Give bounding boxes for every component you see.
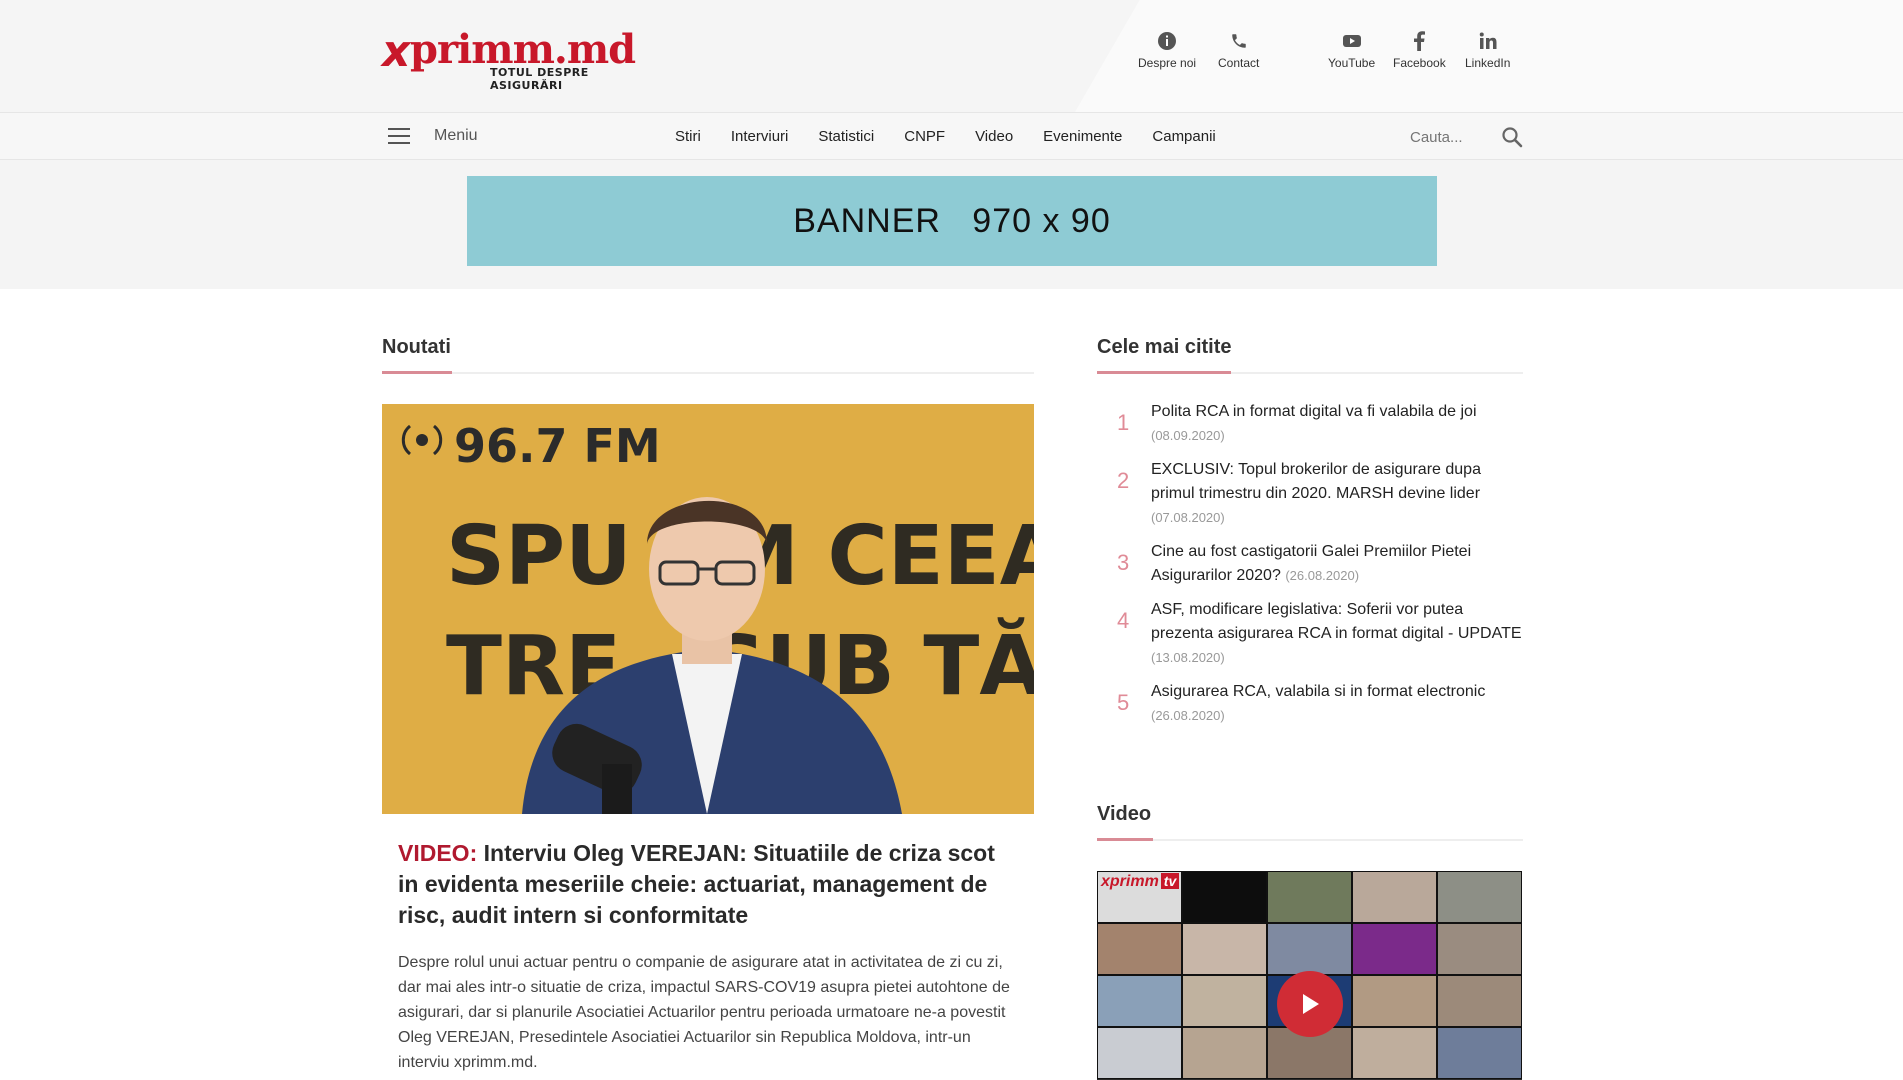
- rank-number: 4: [1117, 608, 1130, 633]
- rank-number: 3: [1117, 550, 1130, 575]
- top-bar: x primm.md TOTUL DESPRE ASIGURĂRI Despre…: [0, 0, 1903, 112]
- menu-button[interactable]: Meniu: [388, 127, 478, 145]
- news-section-divider: [382, 372, 1034, 374]
- contact-link[interactable]: Contact: [1218, 30, 1259, 70]
- news-section-title: Noutati: [382, 336, 451, 358]
- search-input[interactable]: [1410, 128, 1490, 146]
- youtube-link[interactable]: YouTube: [1328, 30, 1375, 70]
- about-link-label: Despre noi: [1138, 56, 1197, 70]
- popular-item-date: (07.08.2020): [1151, 510, 1225, 525]
- popular-list: 1 Polita RCA in format digital va fi val…: [1097, 400, 1523, 738]
- rank-number: 2: [1117, 468, 1130, 493]
- nav-item-evenimente[interactable]: Evenimente: [1043, 128, 1122, 145]
- nav-item-stiri[interactable]: Stiri: [675, 128, 701, 145]
- play-button[interactable]: [1277, 971, 1343, 1037]
- list-item[interactable]: 5 Asigurarea RCA, valabila si in format …: [1097, 680, 1523, 728]
- youtube-link-label: YouTube: [1328, 56, 1376, 70]
- hero-image[interactable]: 96.7 FM SPU M CEEA TRE SUB TĂC: [382, 404, 1034, 814]
- list-item[interactable]: 4 ASF, modificare legislativa: Soferii v…: [1097, 598, 1523, 670]
- popular-item-title: Cine au fost castigatorii Galei Premiilo…: [1151, 540, 1523, 588]
- search-icon[interactable]: [1500, 125, 1524, 149]
- video-section-accent: [1097, 838, 1153, 841]
- main-navbar: Meniu Stiri Interviuri Statistici CNPF V…: [0, 112, 1903, 160]
- popular-section-accent: [1097, 371, 1231, 374]
- facebook-icon: [1408, 30, 1430, 52]
- video-section-title: Video: [1097, 803, 1152, 825]
- news-section-accent: [382, 371, 452, 374]
- list-item[interactable]: 1 Polita RCA in format digital va fi val…: [1097, 400, 1523, 448]
- banner-zone: BANNER 970 x 90: [0, 160, 1903, 289]
- facebook-link[interactable]: Facebook: [1393, 30, 1446, 70]
- phone-icon: [1228, 30, 1250, 52]
- hero-article-title[interactable]: VIDEO: Interviu Oleg VEREJAN: Situatiile…: [398, 838, 1018, 931]
- logo-tagline: TOTUL DESPRE ASIGURĂRI: [490, 66, 589, 92]
- nav-item-video[interactable]: Video: [975, 128, 1013, 145]
- nav-item-interviuri[interactable]: Interviuri: [731, 128, 789, 145]
- xprimm-tv-logo: xprimm tv: [1101, 873, 1180, 891]
- popular-item-date: (26.08.2020): [1151, 708, 1225, 723]
- linkedin-link-label: LinkedIn: [1465, 56, 1511, 70]
- video-section-divider: [1097, 839, 1523, 841]
- popular-item-title: EXCLUSIV: Topul brokerilor de asigurare …: [1151, 461, 1481, 502]
- hero-image-text-1: 96.7 FM: [454, 419, 661, 473]
- xprimm-tv-logo-b: tv: [1160, 873, 1180, 889]
- popular-item-title: Polita RCA in format digital va fi valab…: [1151, 403, 1477, 420]
- hamburger-icon: [388, 128, 410, 144]
- hero-article-headline: Interviu Oleg VEREJAN: Situatiile de cri…: [398, 840, 995, 928]
- popular-item-title: ASF, modificare legislativa: Soferii vor…: [1151, 601, 1522, 642]
- list-item[interactable]: 2 EXCLUSIV: Topul brokerilor de asigurar…: [1097, 458, 1523, 530]
- play-icon: [1303, 994, 1319, 1014]
- hero-article-excerpt: Despre rolul unui actuar pentru o compan…: [398, 954, 1010, 1071]
- hero-article-tag: VIDEO:: [398, 840, 478, 866]
- rank-number: 1: [1117, 410, 1130, 435]
- popular-item-title: Asigurarea RCA, valabila si in format el…: [1151, 683, 1486, 700]
- nav-item-cnpf[interactable]: CNPF: [904, 128, 945, 145]
- popular-item-date: (13.08.2020): [1151, 650, 1225, 665]
- linkedin-icon: [1477, 30, 1499, 52]
- about-link[interactable]: Despre noi: [1138, 30, 1196, 70]
- nav-item-statistici[interactable]: Statistici: [818, 128, 874, 145]
- menu-label: Meniu: [434, 127, 478, 144]
- contact-link-label: Contact: [1218, 56, 1260, 70]
- ad-banner[interactable]: BANNER 970 x 90: [467, 176, 1437, 266]
- logo-mark: x: [382, 26, 411, 77]
- list-item[interactable]: 3 Cine au fost castigatorii Galei Premii…: [1097, 540, 1523, 588]
- xprimm-tv-logo-a: xprimm: [1101, 873, 1159, 890]
- popular-item-date: (08.09.2020): [1151, 428, 1225, 443]
- popular-section-title: Cele mai citite: [1097, 336, 1232, 358]
- nav-links: Stiri Interviuri Statistici CNPF Video E…: [675, 128, 1246, 145]
- video-thumbnail[interactable]: xprimm tv: [1097, 871, 1522, 1080]
- rank-number: 5: [1117, 690, 1130, 715]
- info-icon: [1156, 30, 1178, 52]
- facebook-link-label: Facebook: [1393, 56, 1446, 70]
- linkedin-link[interactable]: LinkedIn: [1465, 30, 1510, 70]
- popular-item-date: (26.08.2020): [1285, 568, 1360, 583]
- site-logo[interactable]: x primm.md TOTUL DESPRE ASIGURĂRI: [382, 26, 642, 93]
- nav-item-campanii[interactable]: Campanii: [1152, 128, 1215, 145]
- search-box: [1410, 125, 1524, 149]
- youtube-icon: [1341, 30, 1363, 52]
